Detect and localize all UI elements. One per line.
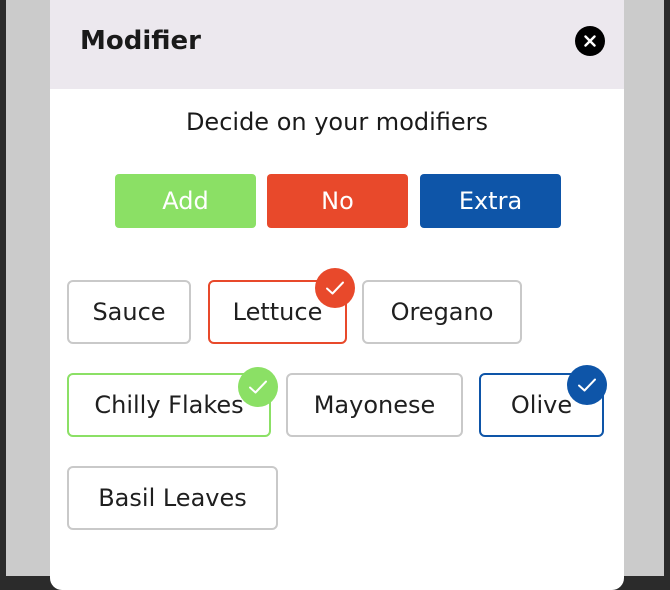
extra-mode-button[interactable]: Extra: [420, 174, 561, 228]
add-mode-button[interactable]: Add: [115, 174, 256, 228]
modifier-chip-mayonese[interactable]: Mayonese: [286, 373, 463, 437]
modifier-label: Basil Leaves: [98, 484, 247, 512]
check-icon: [249, 380, 267, 394]
modifier-label: Lettuce: [232, 298, 323, 326]
modifier-label: Olive: [510, 391, 573, 419]
modifier-label: Sauce: [92, 298, 166, 326]
modifier-chip-oregano[interactable]: Oregano: [362, 280, 522, 344]
check-icon: [326, 281, 344, 295]
modifier-label: Oregano: [390, 298, 494, 326]
modal-subtitle: Decide on your modifiers: [185, 108, 489, 136]
modifier-label: Chilly Flakes: [94, 391, 244, 419]
add-selected-badge: [238, 367, 278, 407]
close-button[interactable]: [575, 26, 605, 56]
modifier-chip-basil-leaves[interactable]: Basil Leaves: [67, 466, 278, 530]
modifier-chip-sauce[interactable]: Sauce: [67, 280, 191, 344]
extra-selected-badge: [567, 365, 607, 405]
check-icon: [578, 378, 596, 392]
modal-header: Modifier: [50, 0, 624, 89]
no-selected-badge: [315, 268, 355, 308]
modal-title: Modifier: [80, 26, 201, 56]
no-mode-button[interactable]: No: [267, 174, 408, 228]
close-icon: [584, 35, 596, 47]
modifier-label: Mayonese: [313, 391, 436, 419]
modifier-modal: Modifier Decide on your modifiers Add No…: [50, 0, 624, 590]
